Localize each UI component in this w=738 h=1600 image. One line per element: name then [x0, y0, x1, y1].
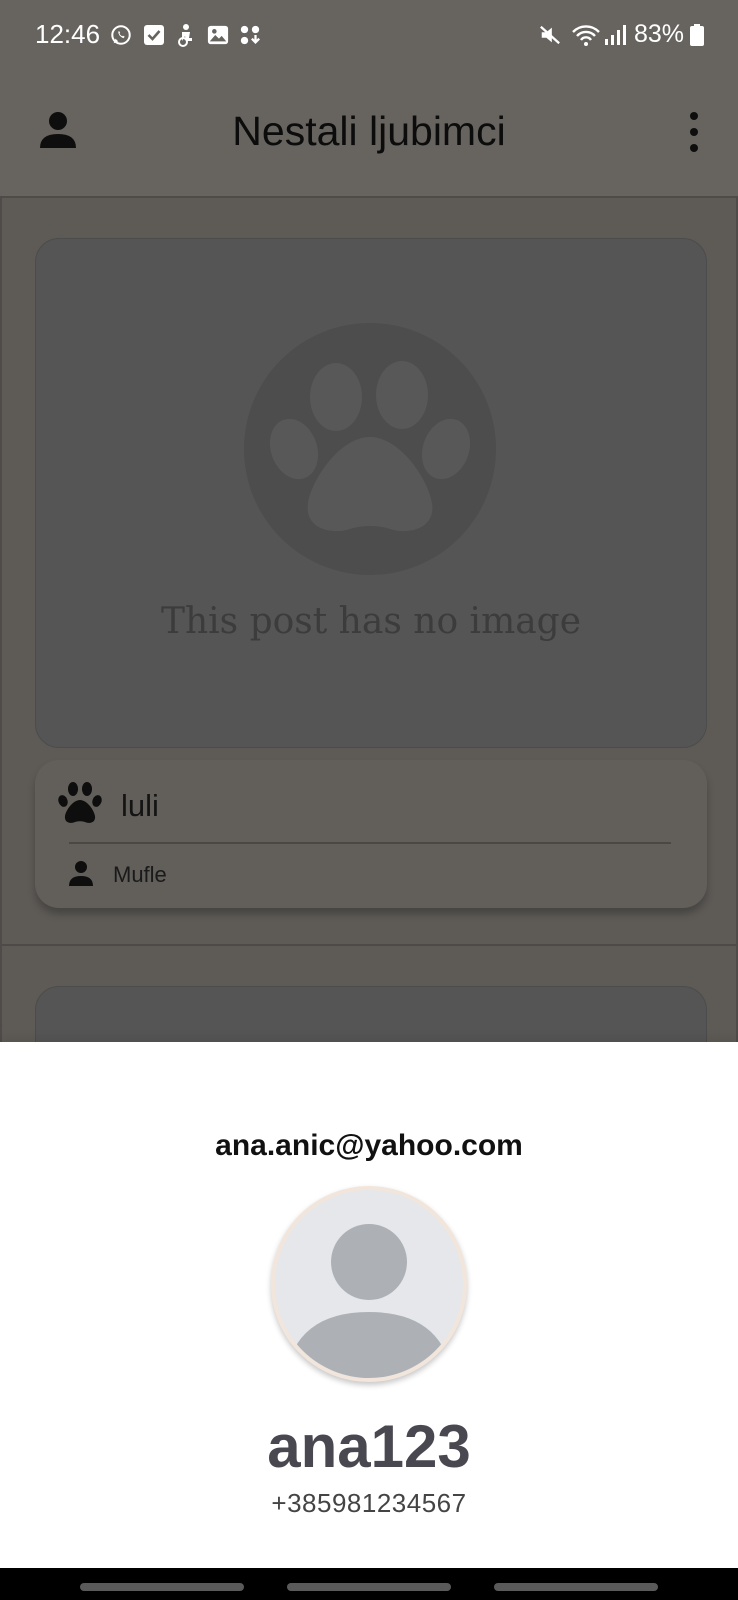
- profile-bottom-sheet[interactable]: ana.anic@yahoo.com ana123 +385981234567: [0, 1042, 738, 1568]
- home-button[interactable]: [287, 1583, 451, 1591]
- signal-icon: [604, 23, 626, 47]
- back-button[interactable]: [494, 1583, 658, 1591]
- mute-icon: [539, 23, 561, 47]
- profile-email: ana.anic@yahoo.com: [215, 1129, 523, 1162]
- no-image-text: This post has no image: [160, 601, 582, 642]
- status-bar: 12:46 83%: [0, 0, 738, 72]
- paw-placeholder-icon: [244, 323, 496, 575]
- app-title: Nestali ljubimci: [232, 108, 506, 154]
- status-time: 12:46: [35, 19, 101, 49]
- avatar-icon: [271, 1186, 467, 1382]
- recent-apps-button[interactable]: [80, 1583, 244, 1591]
- battery-percentage: 83%: [634, 20, 685, 48]
- feed-separator: [2, 944, 736, 946]
- whatsapp-icon: [110, 23, 132, 47]
- card-divider: [69, 842, 671, 844]
- owner-icon: [67, 859, 95, 887]
- accessibility-icon: [175, 23, 197, 47]
- overflow-menu-icon[interactable]: [676, 112, 712, 152]
- paw-icon: [57, 780, 103, 824]
- post-info-card[interactable]: luli Mufle: [35, 760, 707, 908]
- post-image-placeholder[interactable]: This post has no image: [35, 238, 707, 748]
- battery-icon: [690, 23, 704, 47]
- post-feed[interactable]: This post has no image luli Mufle: [0, 198, 738, 1042]
- profile-username: ana123: [267, 1413, 471, 1480]
- checkbox-icon: [143, 23, 165, 47]
- gallery-icon: [207, 23, 229, 47]
- download-icon: [239, 23, 261, 47]
- pet-name: luli: [121, 788, 159, 823]
- next-post-image-placeholder[interactable]: [35, 986, 707, 1042]
- app-bar: Nestali ljubimci: [0, 72, 738, 198]
- dimmed-app-screen: 12:46 83% Nestali ljubimci This post has…: [0, 0, 738, 1042]
- owner-name: Mufle: [113, 862, 167, 887]
- profile-phone: +385981234567: [271, 1488, 467, 1518]
- system-navigation-bar: [0, 1568, 738, 1600]
- wifi-icon: [571, 23, 601, 47]
